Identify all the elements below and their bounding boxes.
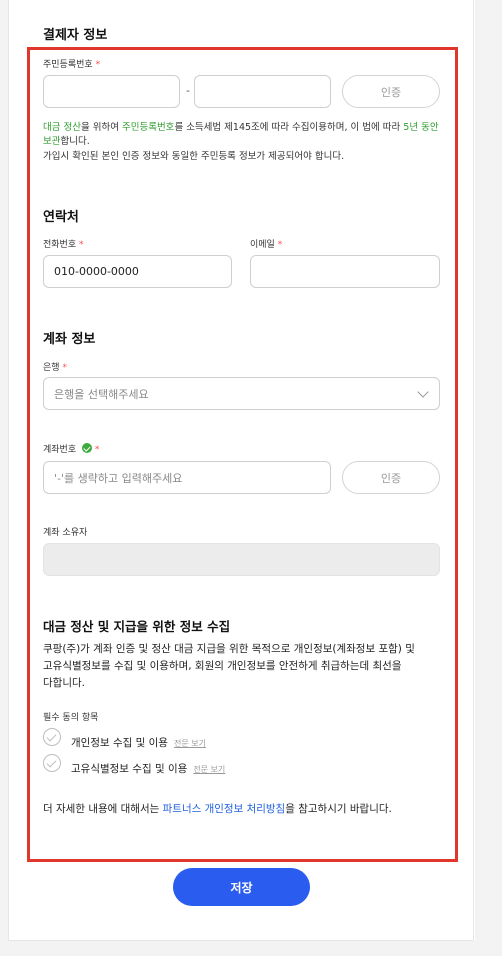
- email-input[interactable]: [250, 255, 440, 288]
- footer-suffix: 을 참고하시기 바랍니다.: [285, 803, 392, 815]
- chevron-down-icon: [417, 386, 429, 398]
- resident-id-separator: -: [186, 84, 190, 97]
- consent-view-link-privacy[interactable]: 전문 보기: [174, 739, 206, 748]
- note-text-3: 합니다.: [60, 136, 90, 147]
- account-holder-label: 계좌 소유자: [43, 528, 88, 538]
- email-label-text: 이메일: [250, 240, 275, 250]
- bank-label: 은행 *: [43, 360, 67, 373]
- privacy-policy-link[interactable]: 파트너스 개인정보 처리방침: [163, 803, 286, 815]
- account-number-label-text: 계좌번호: [43, 445, 77, 455]
- contact-section-title: 연락처: [43, 210, 79, 225]
- consent-item-unique-id: 고유식별정보 수집 및 이용 전문 보기: [71, 757, 225, 776]
- consent-desc-line1: 쿠팡(주)가 계좌 인증 및 정산 대금 지급을 위한 목적으로 개인정보(계좌…: [43, 643, 415, 655]
- resident-id-verify-button[interactable]: 인증: [342, 75, 440, 108]
- resident-id-front-input[interactable]: [43, 75, 180, 108]
- resident-id-note-line2: 가입시 확인된 본인 인증 정보와 동일한 주민등록 정보가 제공되어야 합니다…: [43, 151, 345, 162]
- note-resident-id: 주민등록번호: [121, 122, 175, 133]
- account-holder-field: [43, 543, 440, 576]
- left-gutter: [0, 0, 8, 956]
- consent-label-privacy: 개인정보 수집 및 이용: [71, 737, 168, 749]
- account-number-input[interactable]: '-'를 생략하고 입력해주세요: [43, 461, 331, 494]
- required-consent-heading: 필수 동의 항목: [43, 713, 99, 723]
- resident-id-label-text: 주민등록번호: [43, 60, 93, 70]
- phone-label-text: 전화번호: [43, 240, 77, 250]
- required-mark: *: [79, 240, 84, 250]
- save-button[interactable]: 저장: [173, 868, 310, 906]
- note-text-2: 를 소득세법 제145조에 따라 수집이용하며, 이 법에 따라: [174, 122, 404, 133]
- resident-id-label: 주민등록번호 *: [43, 57, 100, 70]
- bottom-gutter: [0, 941, 502, 956]
- payer-section-title: 결제자 정보: [43, 28, 108, 43]
- email-label: 이메일 *: [250, 237, 282, 250]
- resident-id-back-input[interactable]: [194, 75, 331, 108]
- required-mark: *: [95, 60, 101, 70]
- consent-section-title: 대금 정산 및 지급을 위한 정보 수집: [43, 619, 231, 634]
- required-mark: *: [277, 240, 283, 250]
- privacy-policy-footer: 더 자세한 내용에 대해서는 파트너스 개인정보 처리방침을 참고하시기 바랍니…: [43, 801, 463, 818]
- verified-check-icon: [82, 443, 92, 453]
- bank-select[interactable]: 은행을 선택해주세요: [43, 377, 440, 410]
- consent-view-link-unique-id[interactable]: 전문 보기: [193, 765, 225, 774]
- account-section-title: 계좌 정보: [43, 332, 96, 347]
- consent-desc-line3: 다합니다.: [43, 677, 85, 689]
- bank-select-placeholder: 은행을 선택해주세요: [54, 387, 149, 401]
- account-verify-button[interactable]: 인증: [342, 461, 440, 494]
- footer-prefix: 더 자세한 내용에 대해서는: [43, 803, 163, 815]
- note-settlement: 대금 정산: [43, 122, 81, 133]
- consent-description: 쿠팡(주)가 계좌 인증 및 정산 대금 지급을 위한 목적으로 개인정보(계좌…: [43, 641, 463, 692]
- account-number-label: 계좌번호 *: [43, 442, 99, 455]
- resident-id-note: 대금 정산을 위하여 주민등록번호를 소득세법 제145조에 따라 수집이용하며…: [43, 121, 443, 149]
- phone-label: 전화번호 *: [43, 237, 84, 250]
- right-gutter: [475, 0, 502, 956]
- required-mark: *: [94, 445, 100, 455]
- phone-input[interactable]: 010-0000-0000: [43, 255, 232, 288]
- consent-checkbox-unique-id[interactable]: [43, 754, 61, 772]
- consent-label-unique-id: 고유식별정보 수집 및 이용: [71, 763, 188, 775]
- consent-item-privacy: 개인정보 수집 및 이용 전문 보기: [71, 731, 206, 750]
- required-mark: *: [62, 363, 67, 373]
- note-text-1: 을 위하여: [80, 122, 122, 133]
- consent-desc-line2: 고유식별정보를 수집 및 이용하며, 회원의 개인정보를 안전하게 취급하는데 …: [43, 660, 402, 672]
- bank-label-text: 은행: [43, 363, 60, 373]
- consent-checkbox-privacy[interactable]: [43, 728, 61, 746]
